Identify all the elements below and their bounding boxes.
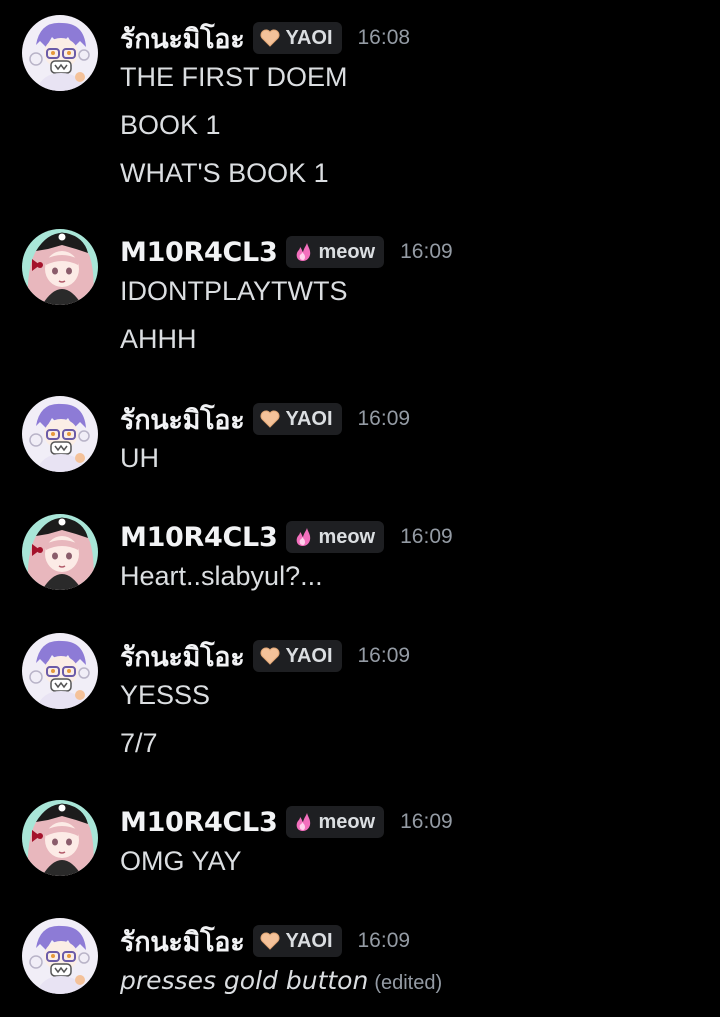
purple-hair-character-avatar xyxy=(22,633,98,709)
server-tag[interactable]: meow xyxy=(286,236,385,268)
server-tag[interactable]: YAOI xyxy=(253,925,342,957)
server-tag[interactable]: YAOI xyxy=(253,640,342,672)
avatar[interactable] xyxy=(22,918,98,994)
message-text[interactable]: THE FIRST DOEM xyxy=(120,60,348,94)
italic-action-text: presses gold button xyxy=(120,966,369,995)
message-header: M10R4CL3 meow 16:09 xyxy=(120,519,453,555)
timestamp[interactable]: 16:08 xyxy=(358,26,411,50)
server-tag[interactable]: YAOI xyxy=(253,403,342,435)
username[interactable]: รักนะมิโอะ xyxy=(120,635,245,678)
username[interactable]: รักนะมิโอะ xyxy=(120,920,245,963)
purple-hair-character-avatar xyxy=(22,396,98,472)
peach-heart-icon xyxy=(260,932,280,950)
timestamp[interactable]: 16:09 xyxy=(400,810,453,834)
message-header: รักนะมิโอะ YAOI 16:09 xyxy=(120,638,410,674)
pink-hair-gothic-character-avatar xyxy=(22,229,98,305)
server-tag[interactable]: YAOI xyxy=(253,22,342,54)
server-tag-label: YAOI xyxy=(285,26,333,49)
message-text[interactable]: Heart..slabyul?... xyxy=(120,559,323,593)
message-text[interactable]: 7/7 xyxy=(120,726,158,760)
edited-indicator: (edited) xyxy=(374,972,443,994)
username[interactable]: M10R4CL3 xyxy=(120,522,278,553)
timestamp[interactable]: 16:09 xyxy=(358,644,411,668)
pink-flame-icon xyxy=(293,812,313,832)
avatar[interactable] xyxy=(22,229,98,305)
server-tag-label: meow xyxy=(318,810,376,833)
server-tag-label: meow xyxy=(318,525,376,548)
peach-heart-icon xyxy=(260,29,280,47)
avatar[interactable] xyxy=(22,15,98,91)
server-tag-label: YAOI xyxy=(285,644,333,667)
avatar[interactable] xyxy=(22,396,98,472)
server-tag-label: meow xyxy=(318,240,376,263)
server-tag[interactable]: meow xyxy=(286,806,385,838)
username[interactable]: M10R4CL3 xyxy=(120,237,278,268)
peach-heart-icon xyxy=(260,647,280,665)
message-text[interactable]: AHHH xyxy=(120,322,197,356)
message-header: M10R4CL3 meow 16:09 xyxy=(120,234,453,270)
timestamp[interactable]: 16:09 xyxy=(358,929,411,953)
timestamp[interactable]: 16:09 xyxy=(400,240,453,264)
timestamp[interactable]: 16:09 xyxy=(400,525,453,549)
message-text[interactable]: OMG YAY xyxy=(120,844,242,878)
message-header: รักนะมิโอะ YAOI 16:08 xyxy=(120,20,410,56)
avatar[interactable] xyxy=(22,633,98,709)
pink-hair-gothic-character-avatar xyxy=(22,514,98,590)
username[interactable]: M10R4CL3 xyxy=(120,807,278,838)
message-text[interactable]: YESSS xyxy=(120,678,210,712)
message-header: M10R4CL3 meow 16:09 xyxy=(120,804,453,840)
message-text[interactable]: UH xyxy=(120,441,159,475)
avatar[interactable] xyxy=(22,800,98,876)
server-tag-label: YAOI xyxy=(285,929,333,952)
username[interactable]: รักนะมิโอะ xyxy=(120,17,245,60)
server-tag[interactable]: meow xyxy=(286,521,385,553)
message-header: รักนะมิโอะ YAOI 16:09 xyxy=(120,401,410,437)
message-text[interactable]: WHAT'S BOOK 1 xyxy=(120,156,329,190)
username[interactable]: รักนะมิโอะ xyxy=(120,398,245,441)
pink-flame-icon xyxy=(293,527,313,547)
purple-hair-character-avatar xyxy=(22,15,98,91)
peach-heart-icon xyxy=(260,410,280,428)
timestamp[interactable]: 16:09 xyxy=(358,407,411,431)
server-tag-label: YAOI xyxy=(285,407,333,430)
avatar[interactable] xyxy=(22,514,98,590)
pink-hair-gothic-character-avatar xyxy=(22,800,98,876)
message-header: รักนะมิโอะ YAOI 16:09 xyxy=(120,923,410,959)
purple-hair-character-avatar xyxy=(22,918,98,994)
pink-flame-icon xyxy=(293,242,313,262)
message-text[interactable]: IDONTPLAYTWTS xyxy=(120,274,348,308)
message-text[interactable]: BOOK 1 xyxy=(120,108,221,142)
message-text[interactable]: presses gold button (edited) xyxy=(120,963,442,1000)
